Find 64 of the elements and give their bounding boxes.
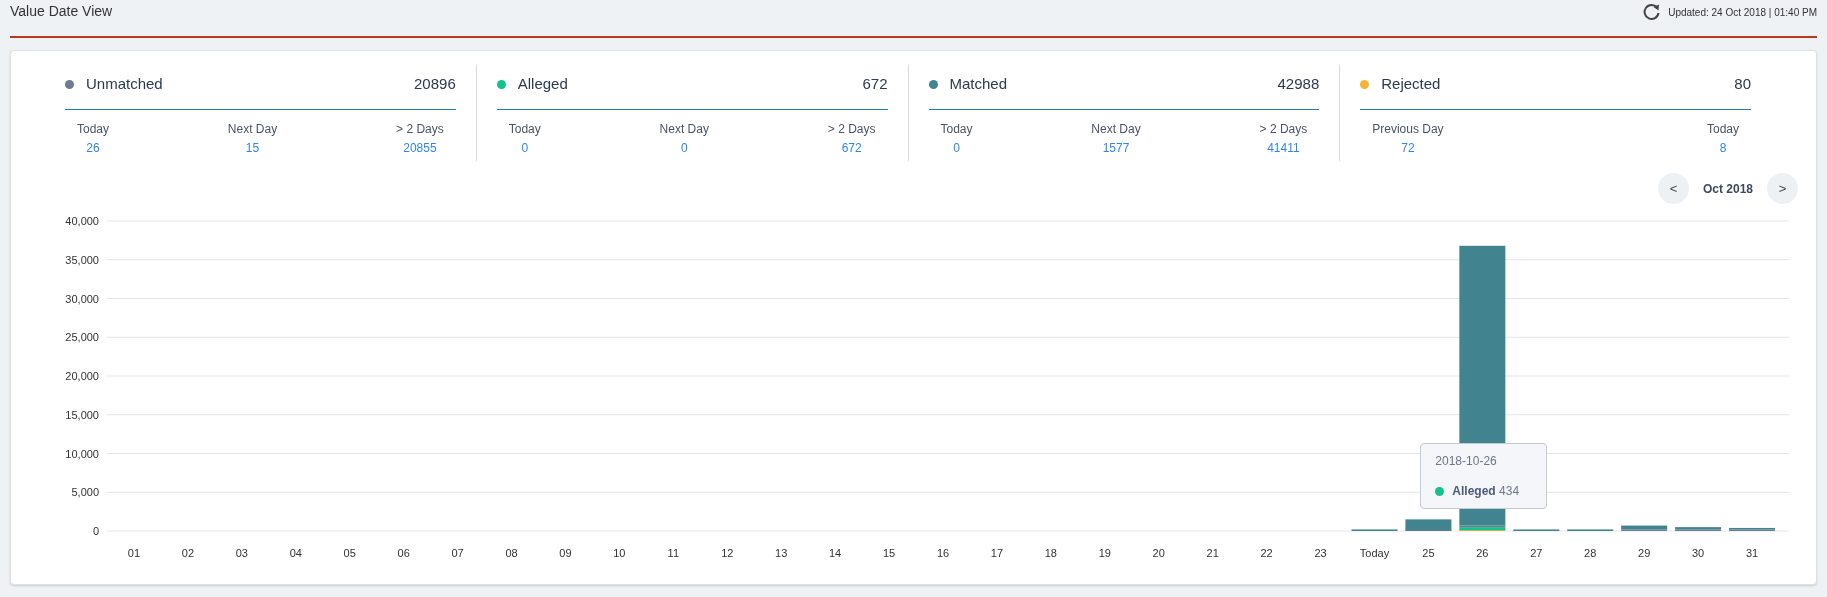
axis-tick-label: 03 — [235, 547, 248, 559]
stat-total: 20896 — [414, 73, 456, 94]
axis-tick-label: 28 — [1584, 547, 1597, 559]
axis-tick-label: 02 — [181, 547, 195, 559]
axis-tick-label: 20 — [1152, 547, 1165, 559]
axis-tick-label: 16 — [936, 547, 950, 559]
axis-tick-label: 0 — [92, 525, 99, 537]
stat-total: 42988 — [1277, 73, 1320, 94]
axis-tick-label: 22 — [1260, 547, 1273, 559]
breakdown-label: Next Day — [1091, 121, 1141, 138]
axis-tick-label: 08 — [505, 547, 518, 559]
axis-tick-label: 07 — [451, 547, 464, 559]
axis-tick-label: 19 — [1098, 547, 1111, 559]
stat-label: Matched — [949, 73, 1008, 94]
breakdown-label: Next Day — [659, 121, 709, 138]
axis-tick-label: 35,000 — [65, 253, 99, 266]
axis-tick-label: 29 — [1638, 547, 1651, 559]
axis-tick-label: 10,000 — [65, 447, 99, 460]
breakdown-label: Today — [508, 121, 541, 138]
axis-tick-label: 15 — [882, 547, 896, 559]
breakdown-label: Today — [940, 121, 973, 138]
axis-tick-label: 11 — [667, 547, 680, 559]
month-label: Oct 2018 — [1702, 180, 1753, 198]
breakdown-label: Today — [77, 121, 110, 138]
stat-label: Rejected — [1381, 73, 1441, 94]
axis-tick-label: 25 — [1422, 547, 1435, 559]
axis-tick-label: 25,000 — [65, 331, 99, 344]
axis-tick-label: 5,000 — [71, 486, 99, 499]
tooltip-value: Alleged 434 — [1452, 483, 1520, 500]
axis-tick-label: 10 — [613, 547, 626, 559]
breakdown-label: Today — [1706, 121, 1739, 138]
tooltip-date: 2018-10-26 — [1435, 453, 1498, 470]
axis-tick-label: 40,000 — [65, 215, 99, 227]
axis-tick-label: 20,000 — [65, 370, 99, 382]
axis-tick-label: 21 — [1206, 547, 1219, 559]
breakdown-label: > 2 Days — [396, 121, 444, 138]
axis-tick-label: Today — [1359, 547, 1390, 559]
breakdown-label: > 2 Days — [827, 121, 876, 138]
axis-tick-label: 04 — [289, 547, 302, 559]
axis-tick-label: 17 — [990, 547, 1004, 559]
updated-timestamp: Updated: 24 Oct 2018 | 01:40 PM — [1668, 5, 1817, 20]
axis-tick-label: 30 — [1691, 547, 1705, 559]
axis-tick-label: 14 — [829, 547, 842, 559]
breakdown-label: Next Day — [227, 121, 278, 138]
breakdown-label: > 2 Days — [1259, 121, 1308, 138]
axis-tick-label: 26 — [1476, 547, 1489, 559]
axis-tick-label: 30,000 — [65, 292, 99, 305]
axis-tick-label: 27 — [1530, 547, 1543, 559]
stat-label: Alleged — [517, 73, 568, 94]
axis-tick-label: 06 — [397, 547, 410, 559]
page-title: Value Date View — [10, 1, 113, 21]
stat-label: Unmatched — [86, 73, 163, 94]
axis-tick-label: 12 — [721, 547, 734, 559]
stat-total: 80 — [1734, 73, 1751, 94]
axis-tick-label: 09 — [559, 547, 572, 559]
axis-tick-label: 18 — [1044, 547, 1057, 559]
axis-tick-label: 01 — [127, 547, 141, 559]
axis-tick-label: 23 — [1314, 547, 1327, 559]
axis-tick-label: 05 — [343, 547, 356, 559]
breakdown-label: Previous Day — [1372, 121, 1444, 138]
axis-tick-label: 31 — [1745, 547, 1759, 559]
axis-tick-label: 13 — [775, 547, 788, 559]
axis-tick-label: 15,000 — [65, 408, 99, 421]
stat-total: 672 — [862, 73, 888, 94]
